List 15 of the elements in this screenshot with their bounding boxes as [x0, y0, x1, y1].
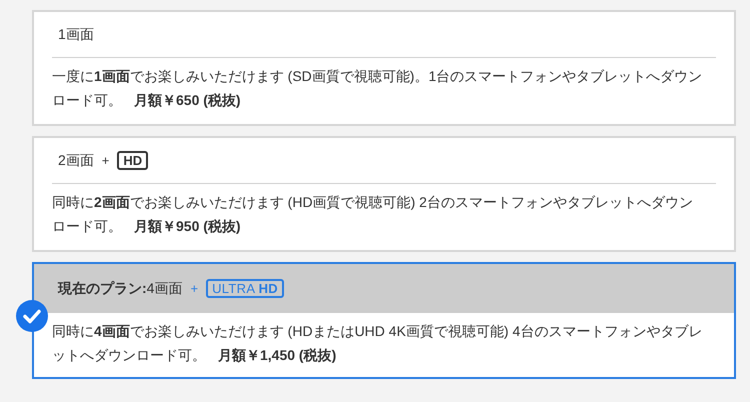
plan-description: 同時に2画面でお楽しみいただけます (HD画質で視聴可能) 2台のスマートフォンやタブレットへダウンロード可。 月額￥950 (税抜): [51, 193, 694, 236]
plan-card[interactable]: 2画面 + HD 同時に2画面でお楽しみいただけます (HD画質で視聴可能) 2台のスマートフォンやタブレットへダウンロード可。 月額￥950 (税抜): [32, 136, 736, 252]
plan-title: 2画面: [58, 151, 94, 170]
plan-description: 一度に1画面でお楽しみいただけます (SD画質で視聴可能)。1台のスマートフォンやタブレットへダウンロード可。 月額￥650 (税抜): [51, 67, 704, 110]
plan-title: 4画面: [146, 279, 182, 298]
current-plan-label: 現在のプラン:: [58, 279, 147, 298]
plan-card[interactable]: 1画面 一度に1画面でお楽しみいただけます (SD画質で視聴可能)。1台のスマートフォンやタブレットへダウンロード可。 月額￥650 (税抜): [32, 10, 736, 126]
plan-card[interactable]: 現在のプラン:4画面 + ULTRA HD 同時に4画面でお楽しみいただけます (HDまたはUHD 4K画質で視聴可能) 4台のスマートフォンやタブレットへダウンロード可。 月額￥1,450 (税抜): [32, 262, 736, 379]
plus-sign: +: [102, 152, 110, 170]
plus-sign: +: [190, 280, 198, 298]
check-icon: [16, 300, 48, 332]
quality-badge: HD: [117, 151, 148, 170]
plan-description: 同時に4画面でお楽しみいただけます (HDまたはUHD 4K画質で視聴可能) 4台のスマートフォンやタブレットへダウンロード可。 月額￥1,450 (税抜): [51, 322, 704, 365]
quality-badge: ULTRA HD: [206, 279, 284, 298]
plan-title: 1画面: [58, 25, 94, 44]
